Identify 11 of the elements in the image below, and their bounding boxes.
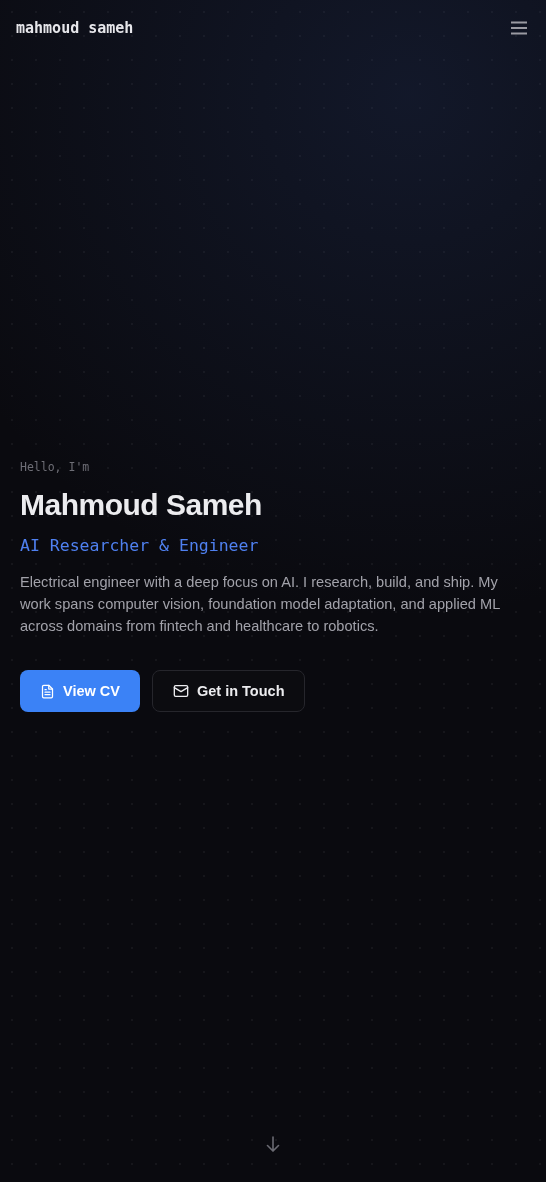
view-cv-button[interactable]: View CV bbox=[20, 670, 140, 712]
document-icon bbox=[40, 683, 55, 699]
site-logo[interactable]: mahmoud sameh bbox=[16, 19, 134, 37]
scroll-down-icon[interactable] bbox=[266, 1136, 280, 1152]
menu-icon[interactable] bbox=[508, 19, 530, 37]
mail-icon bbox=[172, 683, 189, 699]
greeting-text: Hello, I'm bbox=[20, 460, 90, 474]
role-subtitle: AI Researcher & Engineer bbox=[20, 536, 259, 555]
hero-name: Mahmoud Sameh bbox=[20, 488, 262, 522]
bio-paragraph: Electrical engineer with a deep focus on AI. I research, build, and ship. My work spans computer vision, foundation model adaptation, and applied ML across domains from fintech and healthcare to robotics. bbox=[20, 573, 501, 636]
contact-button[interactable]: Get in Touch bbox=[151, 670, 306, 712]
